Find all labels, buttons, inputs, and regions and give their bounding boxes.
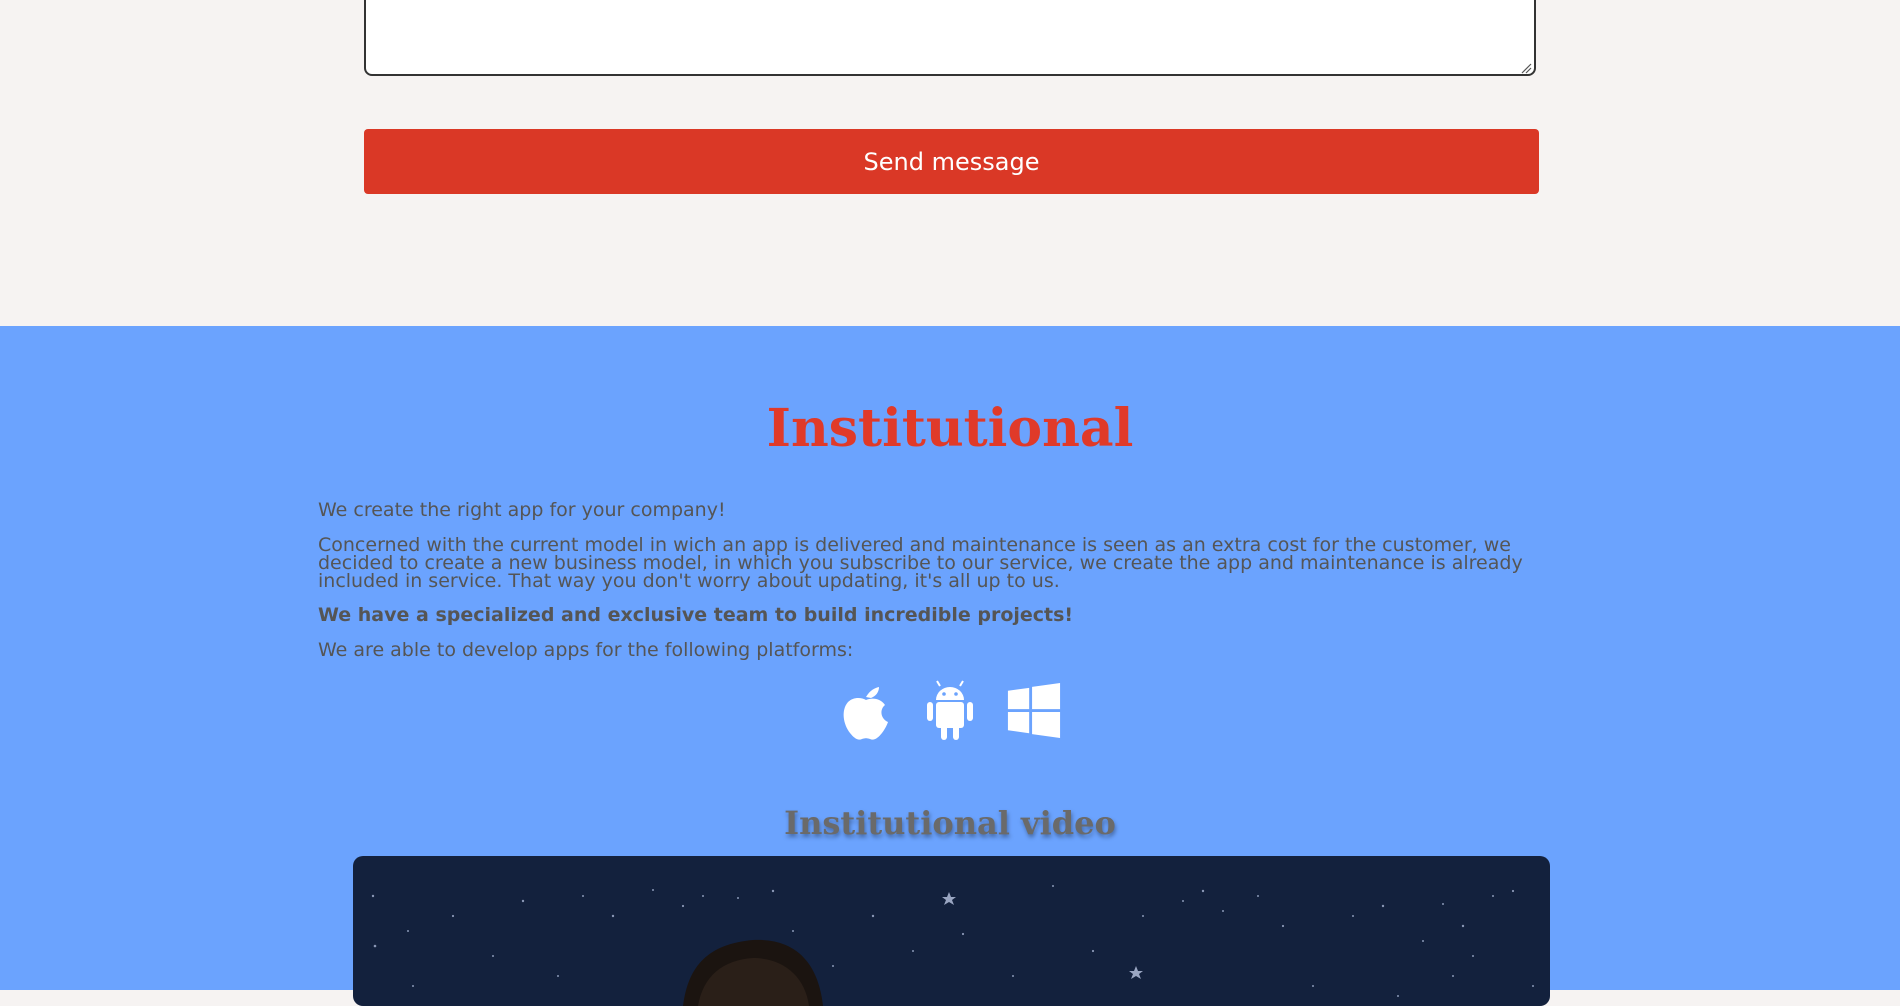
intro-text: We create the right app for your company… <box>318 499 726 521</box>
apple-icon <box>838 680 894 742</box>
resize-grip-icon[interactable] <box>1520 62 1532 74</box>
institutional-section: Institutional We create the right app fo… <box>0 326 1900 1006</box>
send-message-button[interactable]: Send message <box>364 129 1539 194</box>
video-title: Institutional video <box>784 804 1116 842</box>
platform-icons <box>0 680 1900 746</box>
description-text: Concerned with the current model in wich… <box>318 534 1523 592</box>
section-title: Institutional <box>766 398 1134 459</box>
android-icon <box>922 680 978 742</box>
platforms-intro-text: We are able to develop apps for the foll… <box>318 639 854 661</box>
windows-icon <box>1006 680 1062 742</box>
team-text: We have a specialized and exclusive team… <box>318 604 1074 626</box>
contact-section: Send message <box>0 0 1900 326</box>
institutional-video[interactable] <box>353 856 1550 1006</box>
message-textarea[interactable] <box>364 0 1536 76</box>
video-thumbnail <box>371 885 1534 1006</box>
